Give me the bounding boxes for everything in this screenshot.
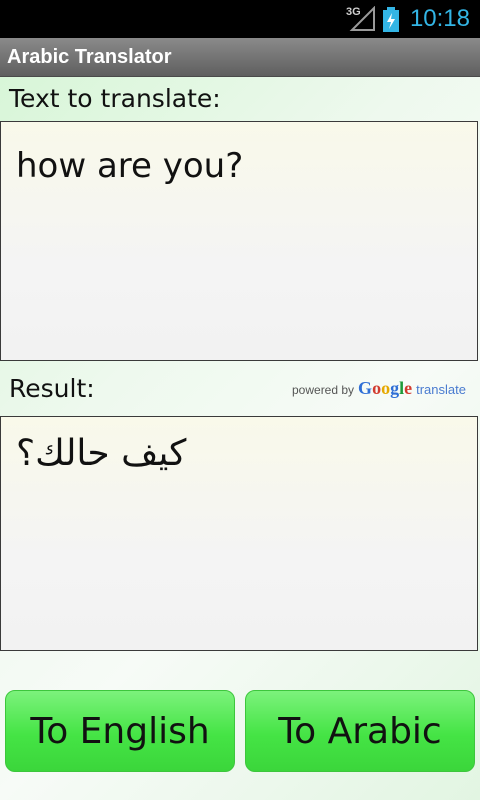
google-translate-attribution: powered by Google translate (292, 378, 466, 398)
result-text-box[interactable]: كيف حالك؟ (0, 416, 478, 651)
result-label: Result: (9, 374, 95, 403)
source-text-value: how are you? (16, 146, 244, 186)
status-clock: 10:18 (409, 5, 470, 32)
source-text-input[interactable]: how are you? (0, 121, 478, 361)
translate-text: translate (416, 382, 466, 397)
to-english-button[interactable]: To English (5, 690, 235, 772)
status-bar: 3G 10:18 (0, 0, 480, 38)
result-text-value: كيف حالك؟ (16, 433, 187, 474)
powered-by-text: powered by (292, 383, 355, 397)
app-title-bar: Arabic Translator (0, 38, 480, 77)
signal-icon: 3G (346, 6, 376, 32)
source-label: Text to translate: (9, 84, 221, 113)
to-arabic-button[interactable]: To Arabic (245, 690, 475, 772)
battery-charging-icon (382, 7, 400, 33)
app-title: Arabic Translator (7, 46, 172, 68)
google-logo: Google (358, 378, 413, 398)
